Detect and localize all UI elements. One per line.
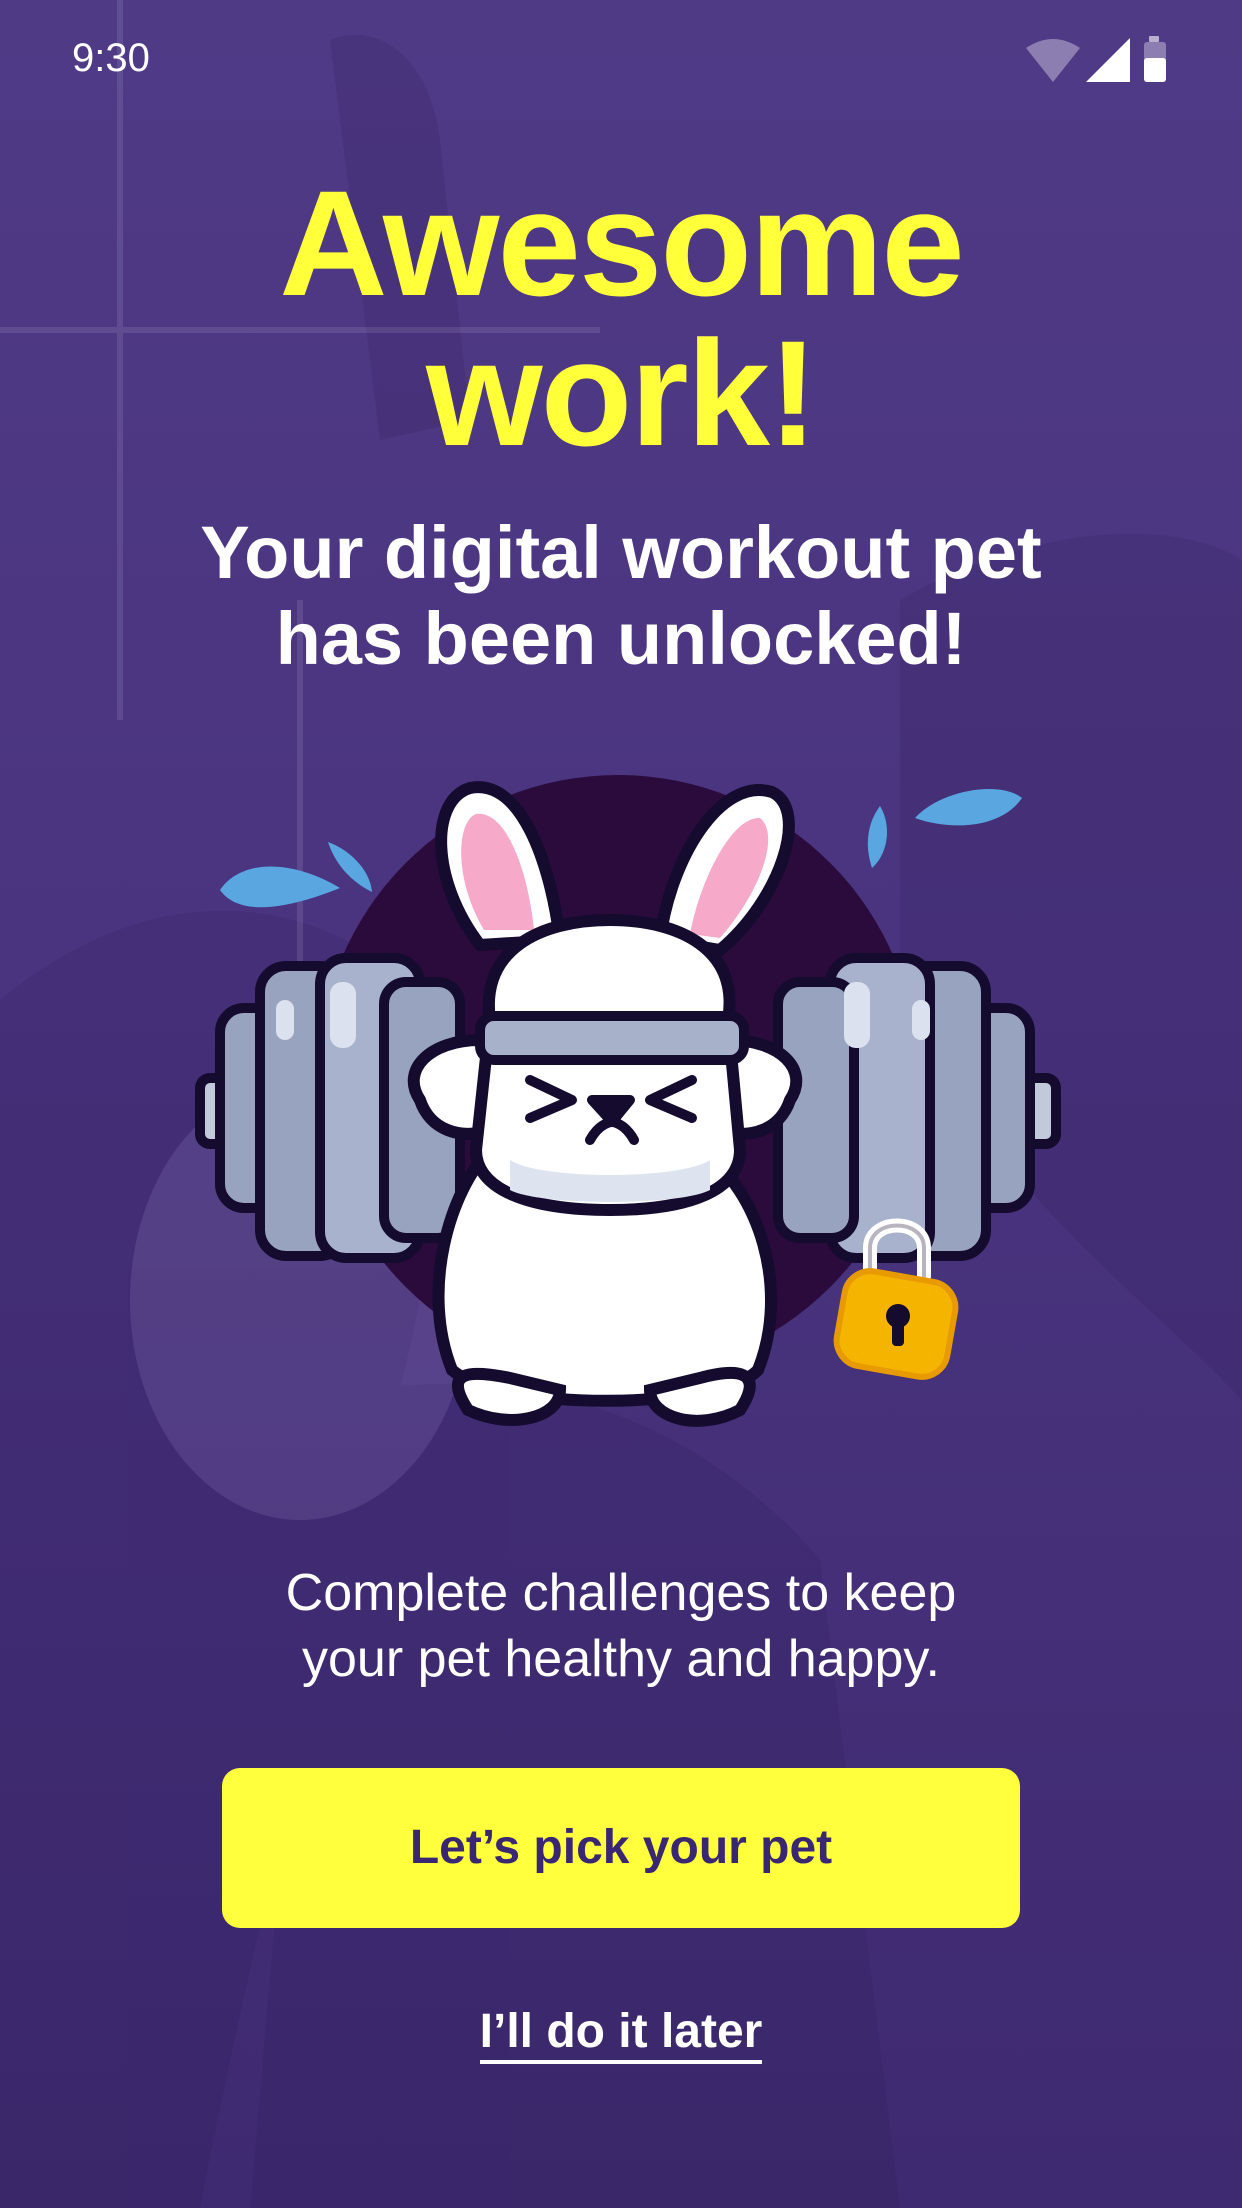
headline: Awesome work! bbox=[0, 168, 1242, 468]
description-line-2: your pet healthy and happy. bbox=[302, 1630, 940, 1688]
bunny-lifting-barbell-illustration bbox=[195, 775, 1061, 1427]
headline-line-2: work! bbox=[425, 309, 818, 477]
do-it-later-link[interactable]: I’ll do it later bbox=[479, 2005, 763, 2064]
pick-pet-button[interactable]: Let’s pick your pet bbox=[222, 1768, 1020, 1928]
subheadline-line-2: has been unlocked! bbox=[275, 597, 967, 680]
status-time: 9:30 bbox=[72, 36, 150, 80]
description-line-1: Complete challenges to keep bbox=[285, 1564, 957, 1622]
subheadline-line-1: Your digital workout pet bbox=[200, 511, 1042, 594]
description-text: Complete challenges to keep your pet hea… bbox=[160, 1560, 1082, 1692]
signal-icon bbox=[1086, 38, 1130, 82]
pet-unlocked-screen: 9:30 Awesome work! Your digital workout … bbox=[0, 0, 1242, 2208]
status-bar: 9:30 bbox=[0, 0, 1242, 120]
headline-line-1: Awesome bbox=[279, 159, 965, 327]
subheadline: Your digital workout pet has been unlock… bbox=[100, 510, 1142, 682]
status-icons bbox=[1026, 36, 1166, 82]
do-it-later-link-container: I’ll do it later bbox=[0, 2000, 1242, 2064]
wifi-icon bbox=[1026, 39, 1080, 82]
battery-icon bbox=[1144, 36, 1166, 82]
bunny-headband bbox=[475, 1011, 749, 1065]
